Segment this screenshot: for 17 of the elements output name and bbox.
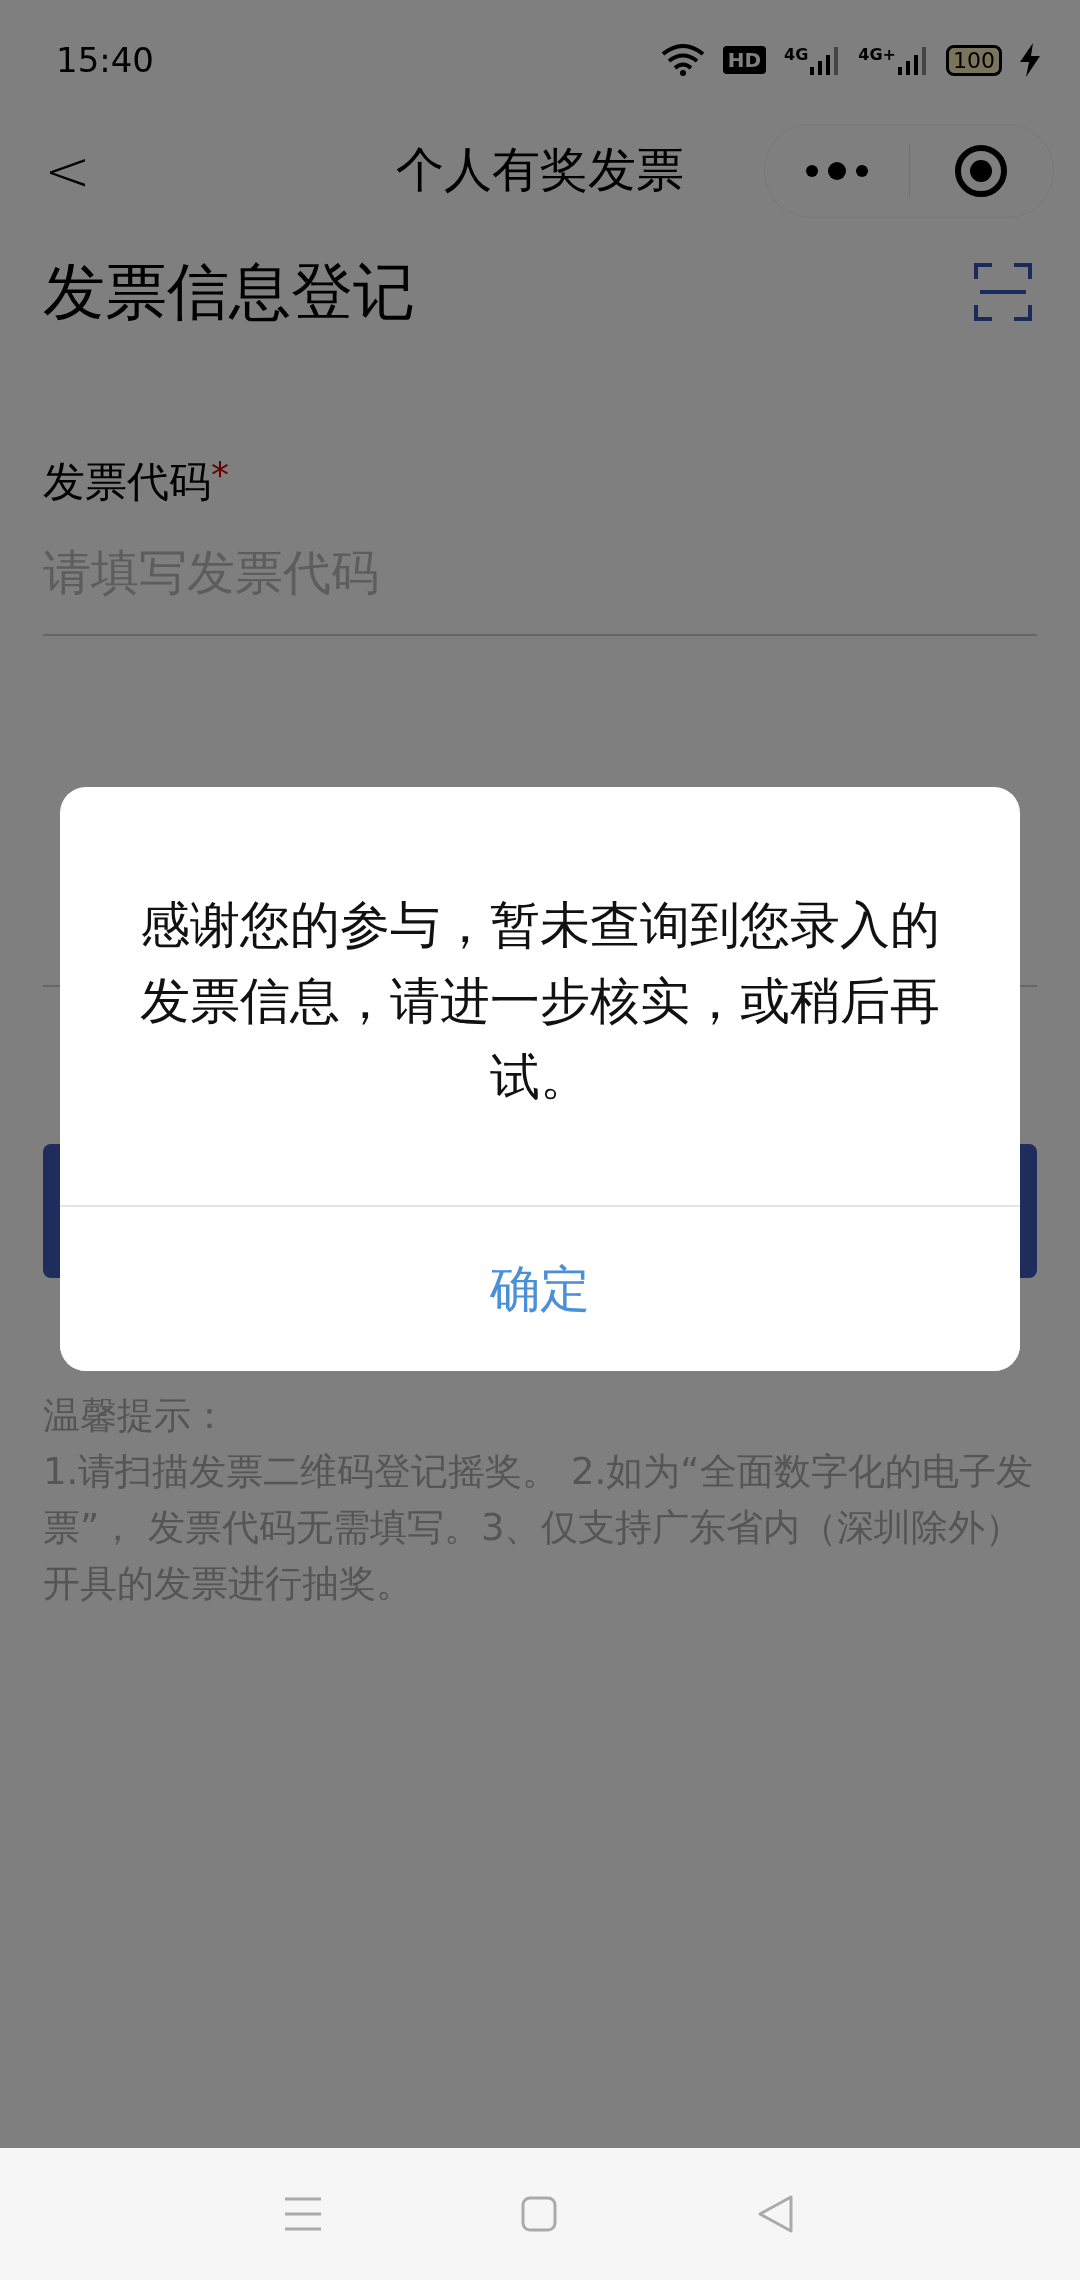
home-icon[interactable] [521,2196,557,2232]
wifi-icon [660,44,705,76]
battery-indicator: 100 [946,44,1002,76]
close-icon[interactable] [954,144,1009,198]
page-title: 发票信息登记 [43,254,415,330]
charging-icon [1020,43,1040,77]
field-label: 发票代码* [43,454,229,508]
dialog-message: 感谢您的参与，暂未查询到您录入的发票信息，请进一步核实，或稍后再试。 [139,895,941,1108]
nav-title: 个人有奖发票 [396,141,684,197]
scan-icon[interactable] [974,263,1032,321]
more-icon[interactable] [805,162,868,180]
back-icon[interactable] [757,2194,795,2234]
confirm-button[interactable]: 确定 [60,1205,1020,1371]
menu-icon[interactable] [285,2197,321,2231]
hd-badge: HD [722,46,767,74]
back-button[interactable]: < [44,137,91,203]
clock: 15:40 [56,40,155,80]
